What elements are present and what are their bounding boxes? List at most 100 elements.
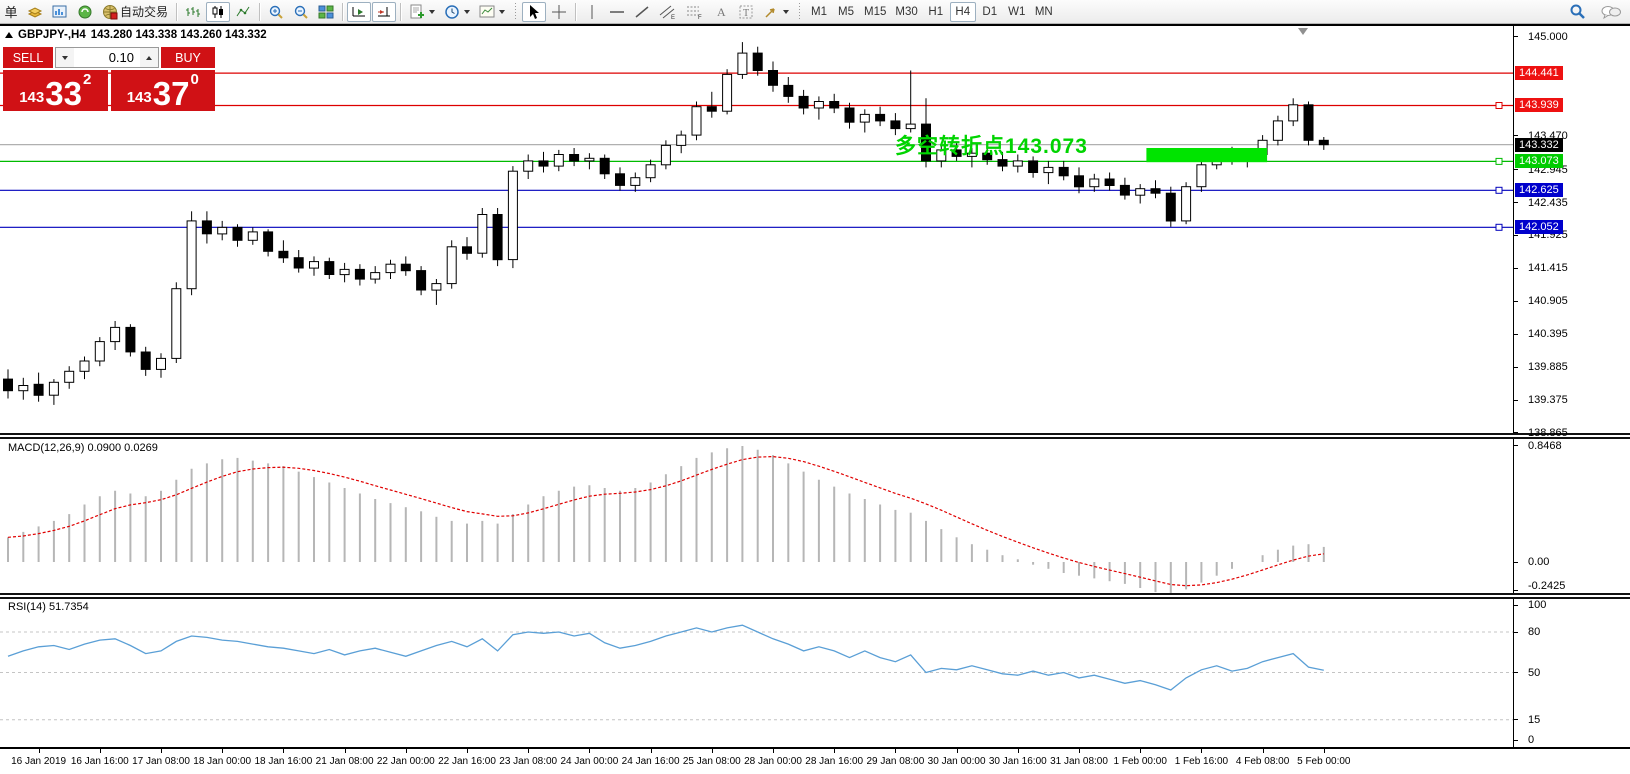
macd-pane[interactable]: MACD(12,26,9) 0.0900 0.0269 bbox=[0, 439, 1513, 593]
axis-tick-mark bbox=[1514, 135, 1518, 136]
indicators-list-icon[interactable] bbox=[405, 2, 439, 22]
toolbar-separator bbox=[342, 3, 343, 21]
timeframe-h1-button[interactable]: H1 bbox=[923, 2, 949, 22]
time-axis[interactable]: 16 Jan 201916 Jan 16:0017 Jan 08:0018 Ja… bbox=[0, 747, 1630, 772]
zoom-in-icon[interactable] bbox=[264, 2, 288, 22]
time-tick-mark bbox=[222, 749, 223, 753]
axis-tick-mark bbox=[1514, 169, 1518, 170]
time-tick-mark bbox=[712, 749, 713, 753]
auto-scroll-icon[interactable] bbox=[347, 2, 371, 22]
periods-clock-icon[interactable] bbox=[440, 2, 474, 22]
time-tick-mark bbox=[283, 749, 284, 753]
rsi-pane[interactable]: RSI(14) 51.7354 bbox=[0, 599, 1513, 747]
buy-price-pip: 0 bbox=[190, 72, 198, 87]
chevron-up-icon bbox=[146, 56, 152, 60]
arrows-tool-icon[interactable] bbox=[759, 2, 793, 22]
price-line-label: 143.332 bbox=[1515, 138, 1563, 152]
templates-icon[interactable] bbox=[475, 2, 509, 22]
buy-quote[interactable]: 143 37 0 bbox=[111, 70, 216, 111]
line-chart-type-icon[interactable] bbox=[231, 2, 255, 22]
axis-tick-label: 140.395 bbox=[1528, 327, 1568, 341]
new-order-button[interactable]: 单 bbox=[0, 2, 22, 22]
price-pane[interactable]: GBPJPY-,H4 143.280 143.338 143.260 143.3… bbox=[0, 26, 1513, 433]
macd-axis[interactable]: 0.84680.00-0.2425 bbox=[1513, 439, 1630, 593]
candlestick-chart-type-icon[interactable] bbox=[206, 2, 230, 22]
ohlc-values-label: 143.280 143.338 143.260 143.332 bbox=[91, 29, 267, 41]
timeframe-h4-button[interactable]: H4 bbox=[950, 2, 976, 22]
collapse-trade-panel-icon[interactable] bbox=[5, 32, 13, 38]
new-chart-icon[interactable] bbox=[48, 2, 72, 22]
rsi-indicator-label: RSI(14) 51.7354 bbox=[8, 601, 89, 613]
timeframe-w1-button[interactable]: W1 bbox=[1004, 2, 1030, 22]
timeframe-m5-button[interactable]: M5 bbox=[833, 2, 859, 22]
text-tool-icon[interactable]: A bbox=[709, 2, 733, 22]
sell-price-prefix: 143 bbox=[19, 90, 44, 105]
toolbar-grip[interactable] bbox=[797, 3, 802, 21]
chevron-down-icon bbox=[62, 56, 68, 60]
chart-title: GBPJPY-,H4 143.280 143.338 143.260 143.3… bbox=[5, 29, 267, 41]
timeframe-m1-button[interactable]: M1 bbox=[806, 2, 832, 22]
axis-tick-mark bbox=[1514, 562, 1518, 563]
search-icon[interactable] bbox=[1565, 2, 1590, 22]
one-click-trading-panel: SELL BUY 143 33 2 143 bbox=[3, 47, 215, 111]
chart-shift-marker-icon[interactable] bbox=[1298, 28, 1308, 35]
time-tick-mark bbox=[773, 749, 774, 753]
autotrading-button[interactable]: 自动交易 bbox=[98, 2, 172, 22]
timeframe-mn-button[interactable]: MN bbox=[1031, 2, 1057, 22]
signals-icon[interactable] bbox=[73, 2, 97, 22]
vertical-line-tool-icon[interactable] bbox=[580, 2, 604, 22]
fibonacci-tool-icon[interactable]: F bbox=[682, 2, 708, 22]
axis-tick-mark bbox=[1514, 235, 1518, 236]
trendline-tool-icon[interactable] bbox=[630, 2, 654, 22]
time-tick-mark bbox=[1263, 749, 1264, 753]
toolbar-separator bbox=[176, 3, 177, 21]
axis-tick-mark bbox=[1514, 719, 1518, 720]
chat-icon[interactable] bbox=[1596, 2, 1626, 22]
axis-tick-mark bbox=[1514, 632, 1518, 633]
volume-input[interactable] bbox=[74, 48, 140, 67]
dropdown-caret-icon bbox=[499, 10, 505, 14]
text-label-tool-icon[interactable]: T bbox=[734, 2, 758, 22]
toolbar-grip[interactable] bbox=[513, 3, 518, 21]
volume-spinner bbox=[55, 47, 159, 68]
chart-shift-icon[interactable] bbox=[372, 2, 396, 22]
macd-chart[interactable] bbox=[0, 439, 1513, 593]
price-axis[interactable]: 145.000143.470142.945142.435141.925141.4… bbox=[1513, 26, 1630, 433]
axis-tick-label: 0.00 bbox=[1528, 555, 1549, 569]
axis-tick-label: 100 bbox=[1528, 598, 1546, 612]
svg-text:A: A bbox=[717, 5, 726, 19]
axis-tick-label: 0 bbox=[1528, 733, 1534, 747]
axis-tick-mark bbox=[1514, 445, 1518, 446]
volume-increase-button[interactable] bbox=[140, 48, 158, 67]
axis-tick-mark bbox=[1514, 202, 1518, 203]
axis-tick-label: 141.415 bbox=[1528, 261, 1568, 275]
market-watch-icon[interactable] bbox=[23, 2, 47, 22]
bar-chart-type-icon[interactable] bbox=[181, 2, 205, 22]
timeframe-d1-button[interactable]: D1 bbox=[977, 2, 1003, 22]
volume-decrease-button[interactable] bbox=[56, 48, 74, 67]
chart-annotation-text: 多空转折点143.073 bbox=[895, 130, 1088, 160]
equidistant-channel-tool-icon[interactable]: E bbox=[655, 2, 681, 22]
time-tick-mark bbox=[1079, 749, 1080, 753]
tile-windows-icon[interactable] bbox=[314, 2, 338, 22]
timeframe-m30-button[interactable]: M30 bbox=[891, 2, 921, 22]
rsi-chart[interactable] bbox=[0, 599, 1513, 747]
time-tick-mark bbox=[834, 749, 835, 753]
dropdown-caret-icon bbox=[429, 10, 435, 14]
symbol-period-label: GBPJPY-,H4 bbox=[18, 29, 86, 41]
axis-tick-label: 139.885 bbox=[1528, 360, 1568, 374]
buy-button[interactable]: BUY bbox=[161, 47, 215, 68]
time-tick-mark bbox=[528, 749, 529, 753]
horizontal-line-tool-icon[interactable] bbox=[605, 2, 629, 22]
zoom-out-icon[interactable] bbox=[289, 2, 313, 22]
sell-quote[interactable]: 143 33 2 bbox=[3, 70, 108, 111]
time-tick-mark bbox=[161, 749, 162, 753]
cursor-tool-icon[interactable] bbox=[522, 2, 546, 22]
axis-tick-label: 139.375 bbox=[1528, 393, 1568, 407]
crosshair-tool-icon[interactable] bbox=[547, 2, 571, 22]
timeframe-m15-button[interactable]: M15 bbox=[860, 2, 890, 22]
candlestick-chart[interactable] bbox=[0, 26, 1513, 433]
rsi-axis[interactable]: 1008050150 bbox=[1513, 599, 1630, 747]
dropdown-caret-icon bbox=[464, 10, 470, 14]
sell-button[interactable]: SELL bbox=[3, 47, 53, 68]
